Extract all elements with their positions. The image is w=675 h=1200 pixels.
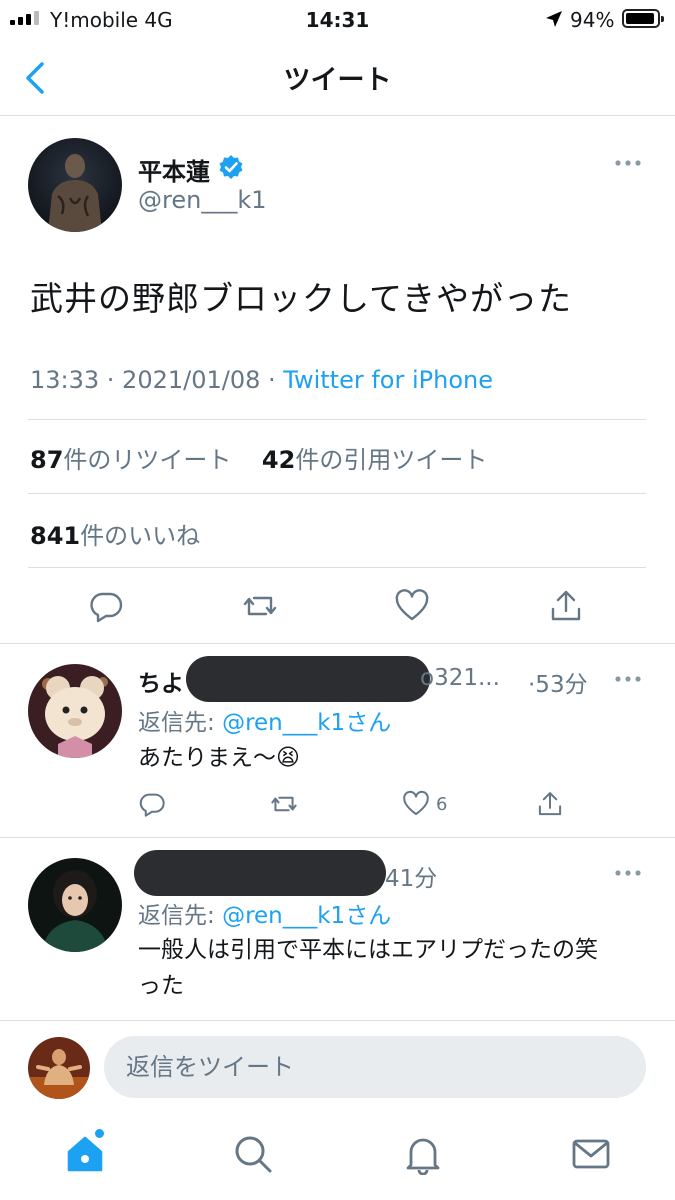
battery-icon [622,9,664,28]
quotes-count: 42 [261,446,296,474]
home-icon[interactable] [64,1133,106,1175]
divider [0,643,675,644]
redaction-mask [134,850,386,896]
battery-percent: 94% [570,8,615,32]
retweets-stat[interactable]: 87件のリツイート [30,446,231,474]
tab-bar [0,1115,675,1200]
reply-to-prefix: 返信先: [138,903,223,929]
current-user-avatar[interactable] [28,1037,90,1099]
retweets-count: 87 [30,446,64,474]
tweet-meta: 13:33 · 2021/01/08 · Twitter for iPhone [30,366,493,394]
like-count: 6 [436,794,448,815]
likes-count: 841 [30,522,81,550]
bell-icon[interactable] [402,1133,444,1175]
likes-stat[interactable]: 841件のいいね [30,516,200,551]
reply-timestamp: ·53分 [528,672,588,698]
retweet-icon[interactable] [242,588,278,624]
reply-avatar[interactable] [28,664,122,758]
reply-author-name[interactable]: ちよ [138,664,184,698]
status-bar: Y!mobile 4G 14:31 94% [0,0,675,40]
reply-to-link[interactable]: @ren___k1さん [222,903,391,929]
retweet-icon[interactable] [270,790,298,818]
tweet-timestamp: 13:33 · 2021/01/08 · [30,366,284,394]
reply-to-line: 返信先: @ren___k1さん [138,896,391,930]
share-icon[interactable] [536,790,564,818]
like-heart-icon[interactable] [402,790,430,818]
reply-text: あたりまえ〜😫 [138,745,300,771]
reply-text-line: った [138,973,184,999]
reply-to-prefix: 返信先: [138,710,223,736]
mail-icon[interactable] [570,1133,612,1175]
reply-text-line: 一般人は引用で平本にはエアリプだったの笑 [138,937,598,963]
page-title: ツイート [283,65,392,96]
divider [28,493,646,494]
quotes-label: 件の引用ツイート [295,446,488,474]
more-options-icon[interactable] [614,868,642,878]
author-name[interactable]: 平本蓮 [138,152,210,187]
author-avatar[interactable] [28,138,122,232]
author-handle[interactable]: @ren___k1 [138,186,266,214]
engagement-stats: 87件のリツイート 42件の引用ツイート [30,440,487,475]
more-options-icon[interactable] [614,674,642,684]
quotes-stat[interactable]: 42件の引用ツイート [262,446,487,474]
compose-bar: 返信をツイート [0,1020,675,1115]
likes-label: 件のいいね [80,522,201,550]
reply-avatar[interactable] [28,858,122,952]
navigation-bar: ツイート [0,40,675,116]
reply-timestamp: 41分 [385,866,438,892]
divider [28,419,646,420]
tweet-source-link[interactable]: Twitter for iPhone [283,366,493,394]
reply-to-link[interactable]: @ren___k1さん [222,710,391,736]
divider [28,567,646,568]
reply-text: 一般人は引用で平本にはエアリプだったの笑 った [138,932,648,1004]
reply-icon[interactable] [88,588,124,624]
verified-badge-icon [219,155,243,179]
divider [0,837,675,838]
share-icon[interactable] [548,588,584,624]
reply-icon[interactable] [138,790,166,818]
home-notification-dot [95,1129,104,1138]
retweets-label: 件のリツイート [63,446,232,474]
tweet-text: 武井の野郎ブロックしてきやがった [30,279,573,318]
location-arrow-icon [546,11,562,27]
search-icon[interactable] [232,1133,274,1175]
like-heart-icon[interactable] [394,588,430,624]
reply-author-handle[interactable]: o321... [420,665,500,691]
reply-compose-input[interactable]: 返信をツイート [104,1036,646,1098]
redaction-mask [186,656,430,702]
more-options-icon[interactable] [614,158,642,168]
reply-to-line: 返信先: @ren___k1さん [138,703,391,737]
